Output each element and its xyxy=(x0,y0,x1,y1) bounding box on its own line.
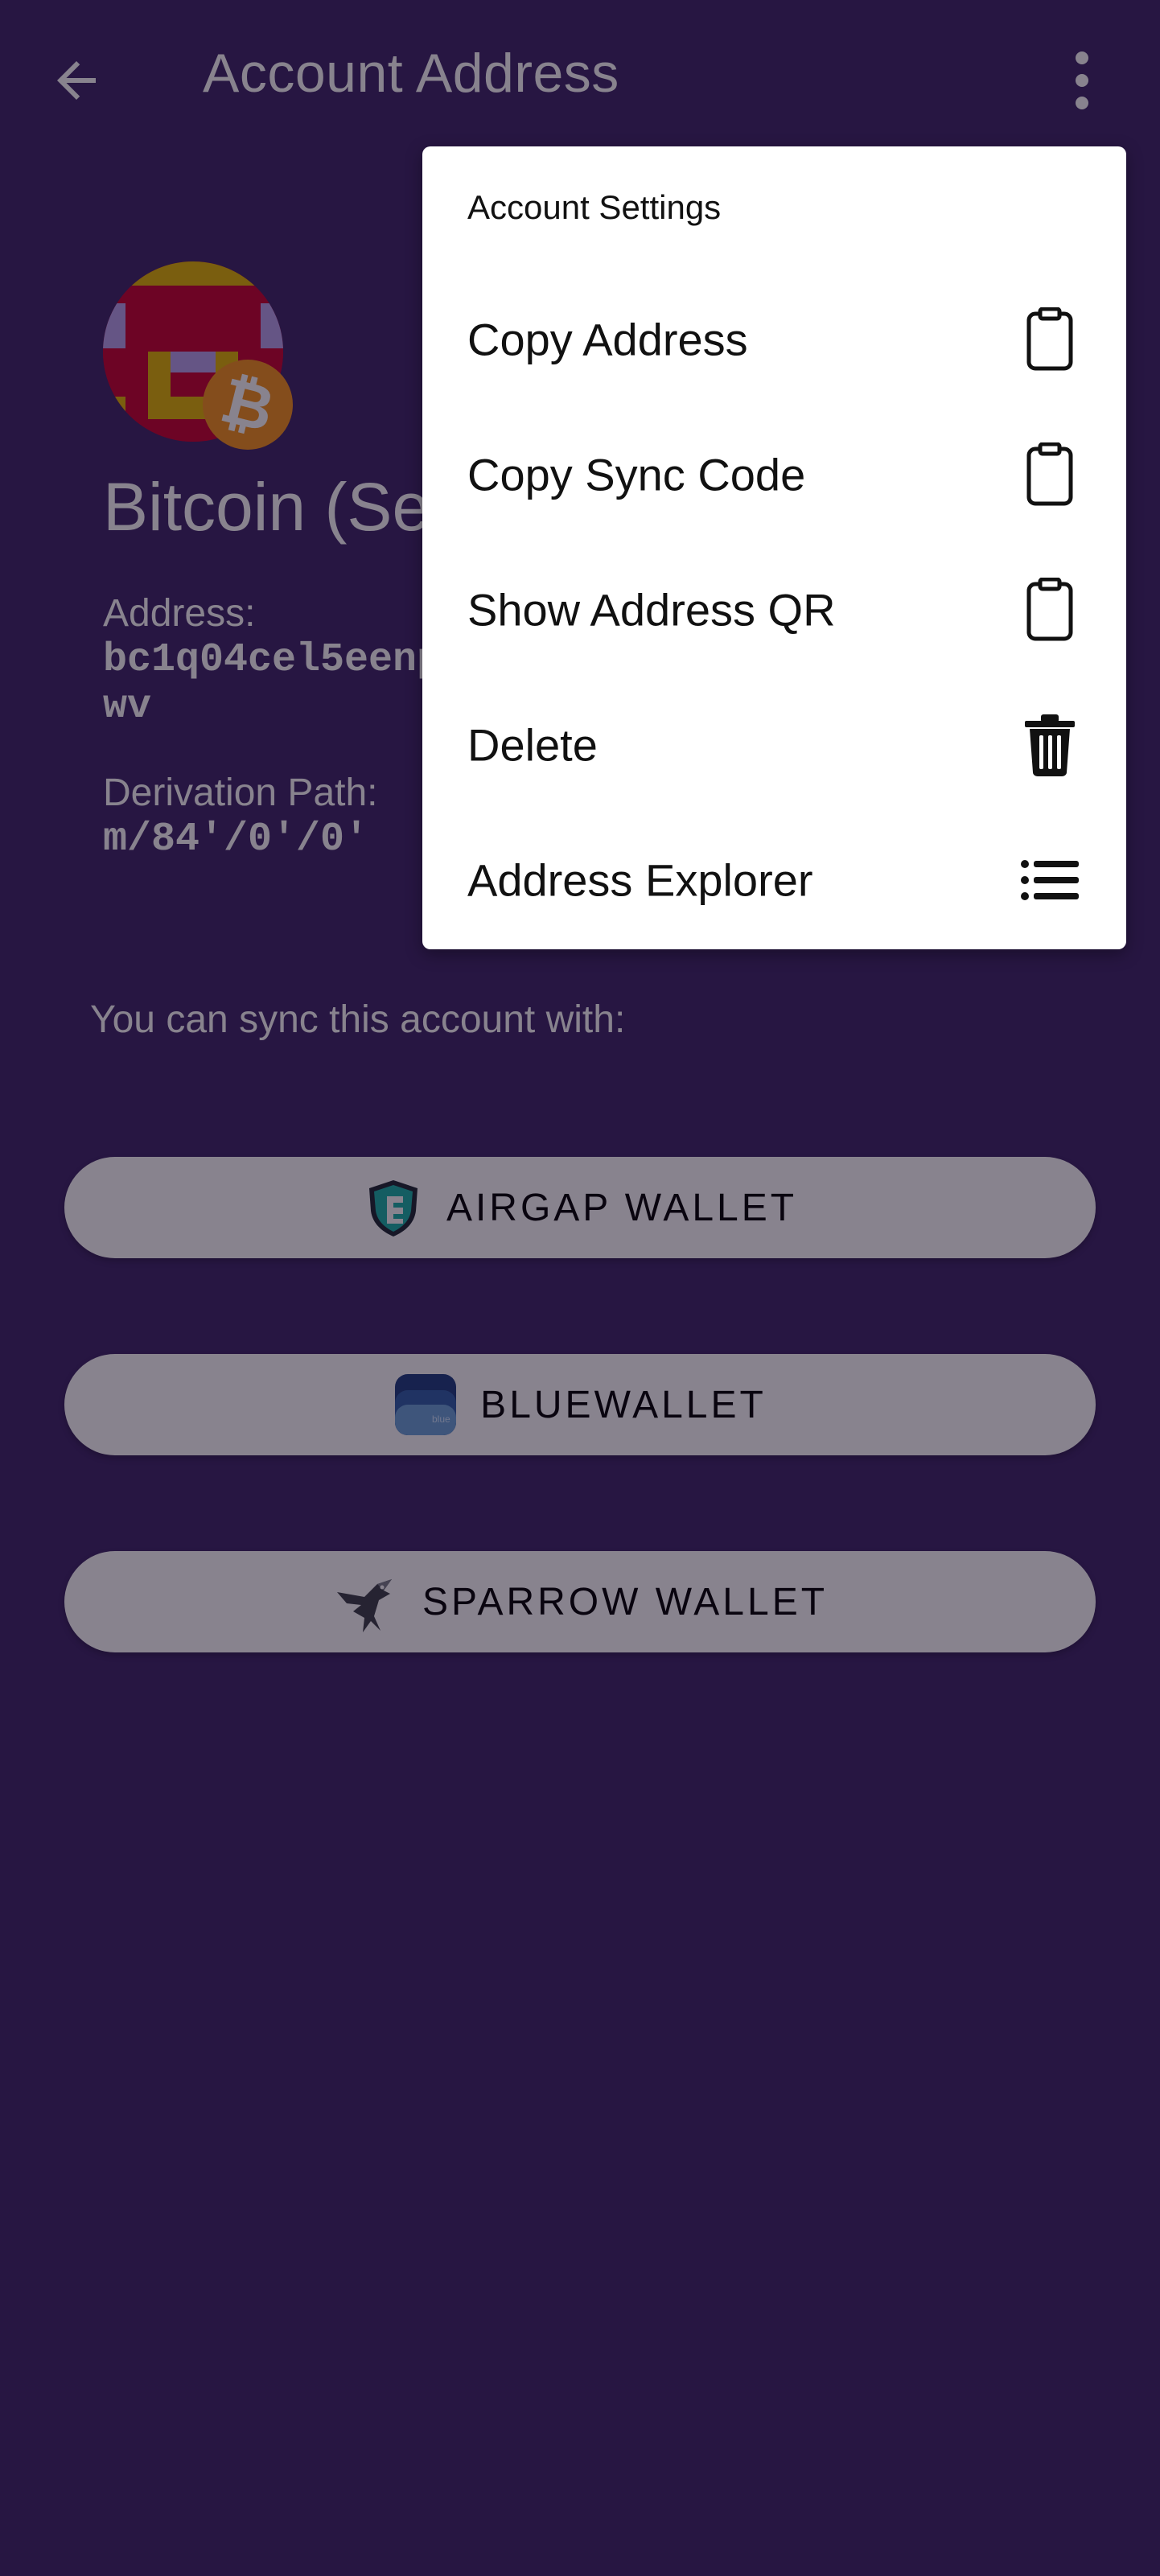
menu-item-label: Show Address QR xyxy=(467,584,836,636)
menu-item-label: Delete xyxy=(467,719,598,771)
menu-item-show-address-qr[interactable]: Show Address QR xyxy=(422,542,1126,677)
menu-item-address-explorer[interactable]: Address Explorer xyxy=(422,813,1126,948)
list-icon xyxy=(1018,848,1082,912)
clipboard-icon xyxy=(1018,307,1082,372)
menu-item-label: Address Explorer xyxy=(467,854,813,906)
menu-item-label: Copy Address xyxy=(467,314,748,365)
trash-icon xyxy=(1018,713,1082,777)
clipboard-icon xyxy=(1018,578,1082,642)
menu-item-copy-address[interactable]: Copy Address xyxy=(422,272,1126,407)
menu-item-copy-sync-code[interactable]: Copy Sync Code xyxy=(422,407,1126,542)
menu-item-delete[interactable]: Delete xyxy=(422,677,1126,813)
clipboard-icon xyxy=(1018,442,1082,507)
menu-item-label: Copy Sync Code xyxy=(467,449,806,500)
menu-header: Account Settings xyxy=(467,188,722,226)
account-settings-menu: Account Settings Copy Address Copy Sync … xyxy=(422,146,1126,949)
